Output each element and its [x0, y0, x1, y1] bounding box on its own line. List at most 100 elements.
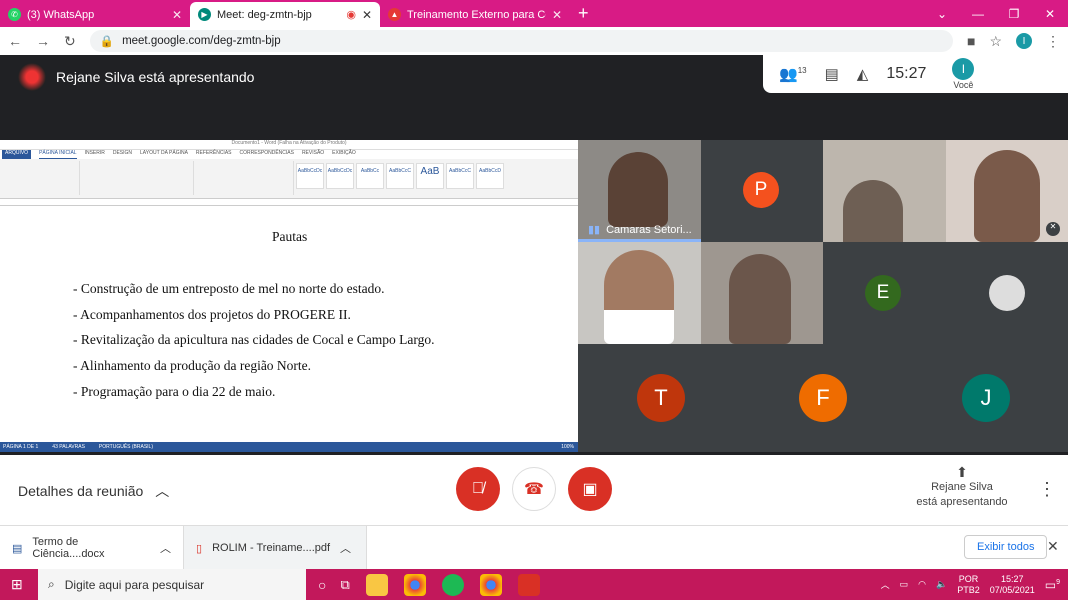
ribbon-tab: REFERÊNCIAS: [195, 150, 232, 156]
search-icon: ⌕: [48, 577, 55, 591]
camera-icon[interactable]: ■: [967, 33, 975, 49]
browser-tab-bar: ✆ (3) WhatsApp ✕ ▶ Meet: deg-zmtn-bjp ◉ …: [0, 0, 1068, 27]
spotify-icon[interactable]: [441, 573, 464, 596]
tab-whatsapp[interactable]: ✆ (3) WhatsApp ✕: [0, 2, 190, 27]
bookmark-star-icon[interactable]: ☆: [989, 33, 1002, 50]
tray-arrow-icon[interactable]: ︿: [881, 578, 890, 591]
language-indicator[interactable]: POR PTB2: [957, 574, 980, 596]
battery-icon[interactable]: ▭: [900, 579, 909, 590]
status-page: PÁGINA 1 DE 1: [3, 444, 39, 450]
more-options-icon[interactable]: ⋮: [1038, 479, 1056, 500]
chrome-icon[interactable]: [403, 573, 426, 596]
ribbon-tab: LAYOUT DA PÁGINA: [140, 150, 188, 156]
chevron-up-icon[interactable]: ︿: [160, 540, 171, 556]
clock-date: 07/05/2021: [989, 584, 1035, 595]
whatsapp-icon: ✆: [8, 8, 21, 21]
minimize-icon[interactable]: —: [960, 7, 996, 21]
document-list: - Construção de um entreposto de mel no …: [73, 281, 434, 409]
mic-off-icon: 🎙̸: [472, 480, 484, 497]
leave-call-button[interactable]: ☎: [512, 467, 556, 511]
lock-icon: 🔒: [99, 36, 115, 48]
page-icon: ▲: [388, 8, 401, 21]
word-file-icon: ▤: [12, 542, 23, 555]
windows-start-icon[interactable]: ⊞: [11, 576, 23, 593]
participant-tile[interactable]: T: [578, 344, 742, 452]
participants-icon[interactable]: 👥13: [779, 65, 807, 83]
tab-search-icon[interactable]: ⌄: [924, 7, 960, 21]
participant-tile[interactable]: J: [905, 344, 1068, 452]
ribbon-tab: DESIGN: [112, 150, 133, 156]
clipboard-group: [0, 161, 80, 195]
tab-label: Meet: deg-zmtn-bjp: [217, 8, 312, 21]
reload-icon[interactable]: ↻: [64, 33, 76, 50]
forward-icon[interactable]: →: [36, 33, 50, 49]
download-item[interactable]: ▯ ROLIM - Treiname....pdf ︿: [184, 526, 367, 570]
participant-tile[interactable]: ▮▮ Camaras Setori...: [578, 140, 701, 242]
participant-avatar: F: [799, 374, 847, 422]
close-tab-icon[interactable]: ✕: [172, 8, 182, 22]
show-all-downloads-button[interactable]: Exibir todos: [964, 535, 1048, 559]
mic-toggle-button[interactable]: 🎙̸: [456, 467, 500, 511]
download-item[interactable]: ▤ Termo de Ciência....docx ︿: [0, 526, 184, 570]
participant-tile[interactable]: E: [823, 242, 946, 344]
tab-meet[interactable]: ▶ Meet: deg-zmtn-bjp ◉ ✕: [190, 2, 380, 27]
document-list-item: - Construção de um entreposto de mel no …: [73, 281, 385, 296]
close-tab-icon[interactable]: ✕: [362, 8, 372, 22]
meet-controls-bar: Detalhes da reunião ︿ 🎙̸ ☎ ▣ ⬆ Rejane Si…: [0, 455, 1068, 525]
chevron-up-icon[interactable]: ︿: [340, 540, 351, 556]
menu-kebab-icon[interactable]: ⋮: [1046, 33, 1060, 50]
mic-off-icon: ✕: [1046, 222, 1060, 236]
activities-icon[interactable]: ◭: [857, 65, 869, 83]
presenting-line2: está apresentando: [916, 496, 1008, 508]
url-field[interactable]: 🔒 meet.google.com/deg-zmtn-bjp: [89, 30, 953, 52]
volume-icon[interactable]: 🔈: [936, 579, 947, 590]
document-list-item: - Revitalização da apicultura nas cidade…: [73, 332, 435, 348]
close-tab-icon[interactable]: ✕: [552, 8, 562, 22]
word-ruler: [0, 199, 578, 206]
participant-tile[interactable]: [701, 242, 823, 344]
taskbar-search[interactable]: ⌕ Digite aqui para pesquisar: [38, 569, 306, 600]
participant-tile[interactable]: ✕: [946, 140, 1068, 242]
hang-up-icon: ☎: [524, 481, 544, 498]
presenting-indicator[interactable]: ⬆ Rejane Silva está apresentando: [912, 465, 1012, 510]
participant-tile[interactable]: [946, 242, 1068, 344]
taskbar-clock[interactable]: 15:27 07/05/2021: [990, 574, 1035, 596]
meeting-details-button[interactable]: Detalhes da reunião ︿: [18, 481, 169, 501]
wifi-icon[interactable]: ◠: [918, 579, 926, 590]
ribbon-tab: REVISÃO: [301, 150, 325, 156]
meet-stage: Rejane Silva está apresentando 👥13 ▤ ◭ 1…: [0, 55, 1068, 455]
cortana-icon[interactable]: ○: [318, 577, 326, 593]
clock-time: 15:27: [1000, 573, 1024, 584]
participant-video: [729, 254, 791, 344]
participant-avatar: E: [865, 275, 901, 311]
profile-avatar[interactable]: I: [1016, 33, 1032, 49]
ribbon-tab: INSERIR: [84, 150, 105, 156]
meet-icon: ▶: [198, 8, 211, 21]
participant-tile[interactable]: [578, 242, 701, 344]
new-tab-button[interactable]: +: [578, 3, 589, 24]
acrobat-icon[interactable]: [517, 573, 540, 596]
style-item: AaBbCcD: [476, 163, 504, 189]
participant-tile[interactable]: F: [742, 344, 905, 452]
tab-treinamento[interactable]: ▲ Treinamento Externo para Corres ✕: [380, 2, 570, 27]
presenting-line1: Rejane Silva: [931, 481, 993, 493]
participant-tile[interactable]: [823, 140, 946, 242]
back-icon[interactable]: ←: [8, 33, 22, 49]
maximize-icon[interactable]: ❐: [996, 7, 1032, 21]
self-avatar: I: [952, 58, 975, 80]
self-view[interactable]: I Você: [952, 58, 975, 90]
camera-toggle-button[interactable]: ▣: [568, 467, 612, 511]
word-status-bar: PÁGINA 1 DE 1 43 PALAVRAS PORTUGUÊS (BRA…: [0, 442, 578, 452]
download-filename: ROLIM - Treiname....pdf: [212, 542, 331, 554]
system-tray: ︿ ▭ ◠ 🔈 POR PTB2 15:27 07/05/2021 ▭9: [881, 569, 1060, 600]
close-downloads-icon[interactable]: ✕: [1047, 538, 1059, 555]
participant-tile[interactable]: P: [701, 140, 823, 242]
notifications-icon[interactable]: ▭9: [1045, 578, 1060, 592]
chat-icon[interactable]: ▤: [825, 65, 839, 83]
close-window-icon[interactable]: ✕: [1032, 7, 1068, 21]
task-view-icon[interactable]: ⧉: [340, 577, 349, 593]
chrome-profile-icon[interactable]: [479, 573, 502, 596]
word-ribbon: AaBbCcDc AaBbCcDc AaBbCc AaBbCcC AaB AaB…: [0, 159, 578, 199]
file-explorer-icon[interactable]: [365, 573, 388, 596]
style-item: AaBbCcDc: [326, 163, 354, 189]
